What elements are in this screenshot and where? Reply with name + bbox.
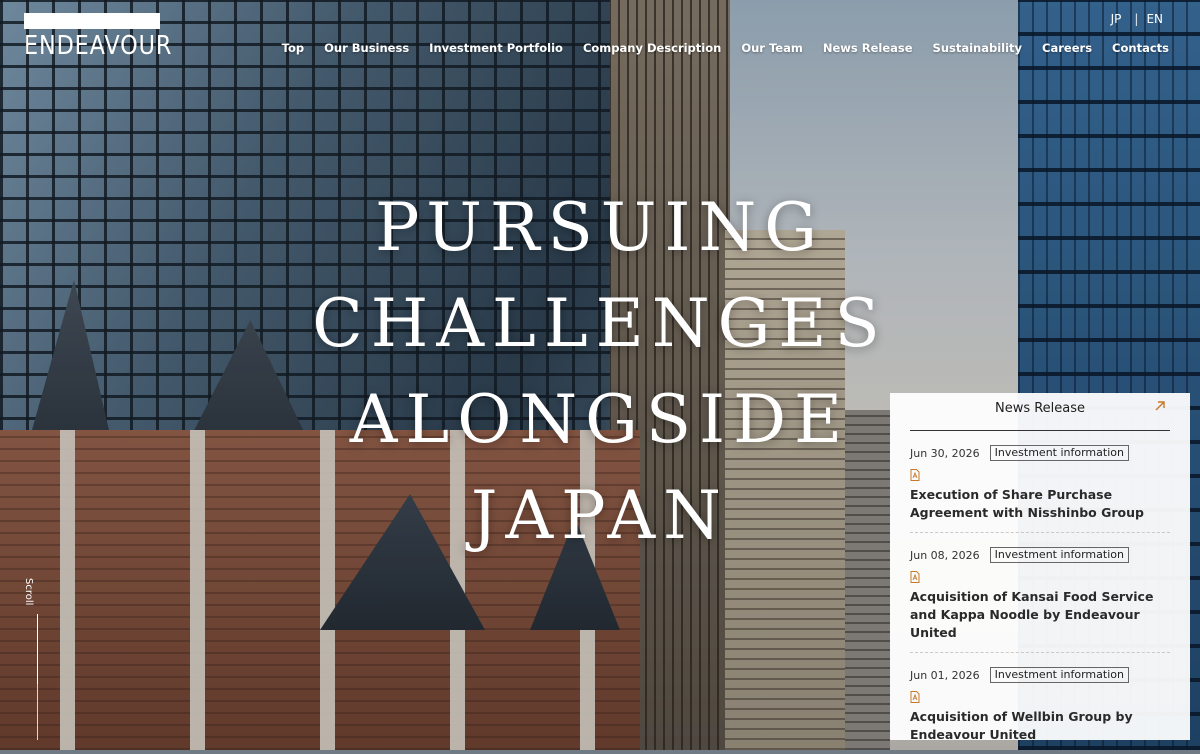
news-title-link[interactable]: Execution of Share Purchase Agreement wi… — [910, 486, 1170, 522]
news-panel-header: News Release — [910, 393, 1170, 431]
news-release-panel: News Release Jun 30, 2026 Investment inf… — [890, 393, 1190, 742]
nav-contacts[interactable]: Contacts — [1112, 41, 1169, 55]
news-category-badge: Investment information — [989, 445, 1129, 461]
nav-company-description[interactable]: Company Description — [583, 41, 721, 55]
site-logo[interactable]: ENDEAVOUR — [24, 13, 173, 61]
news-category-badge: Investment information — [989, 667, 1129, 683]
news-item[interactable]: Jun 01, 2026 Investment information Acqu… — [910, 653, 1170, 754]
nav-investment-portfolio[interactable]: Investment Portfolio — [429, 41, 563, 55]
nav-careers[interactable]: Careers — [1042, 41, 1092, 55]
arrow-up-right-icon[interactable] — [1153, 399, 1167, 413]
pdf-icon — [910, 571, 920, 583]
news-title-link[interactable]: Acquisition of Wellbin Group by Endeavou… — [910, 708, 1170, 744]
nav-our-business[interactable]: Our Business — [324, 41, 409, 55]
lang-en-link[interactable]: EN — [1146, 12, 1163, 26]
lang-separator: | — [1134, 12, 1139, 26]
news-title-link[interactable]: Acquisition of Kansai Food Service and K… — [910, 588, 1170, 642]
scroll-label: Scroll — [23, 578, 34, 606]
pdf-icon — [910, 691, 920, 703]
news-item[interactable]: Jun 08, 2026 Investment information Acqu… — [910, 533, 1170, 653]
nav-sustainability[interactable]: Sustainability — [933, 41, 1023, 55]
news-panel-title: News Release — [994, 401, 1086, 416]
hero-line: PURSUING — [375, 189, 825, 266]
logo-text: ENDEAVOUR — [24, 31, 173, 61]
nav-top[interactable]: Top — [282, 41, 304, 55]
lang-jp-link[interactable]: JP — [1111, 12, 1122, 26]
logo-bar — [24, 13, 160, 29]
pdf-icon — [910, 469, 920, 481]
news-date: Jun 30, 2026 — [910, 446, 980, 460]
language-switcher: JP | EN — [1111, 12, 1163, 26]
scroll-progress — [37, 614, 38, 684]
nav-our-team[interactable]: Our Team — [741, 41, 803, 55]
news-item[interactable]: Jun 30, 2026 Investment information Exec… — [910, 431, 1170, 533]
news-category-badge: Investment information — [989, 547, 1129, 563]
hero-line: CHALLENGES — [312, 285, 888, 362]
news-date: Jun 08, 2026 — [910, 548, 980, 562]
nav-news-release[interactable]: News Release — [823, 41, 913, 55]
main-navigation: Top Our Business Investment Portfolio Co… — [282, 41, 1169, 55]
scroll-indicator[interactable]: Scroll — [23, 578, 39, 740]
news-date: Jun 01, 2026 — [910, 668, 980, 682]
